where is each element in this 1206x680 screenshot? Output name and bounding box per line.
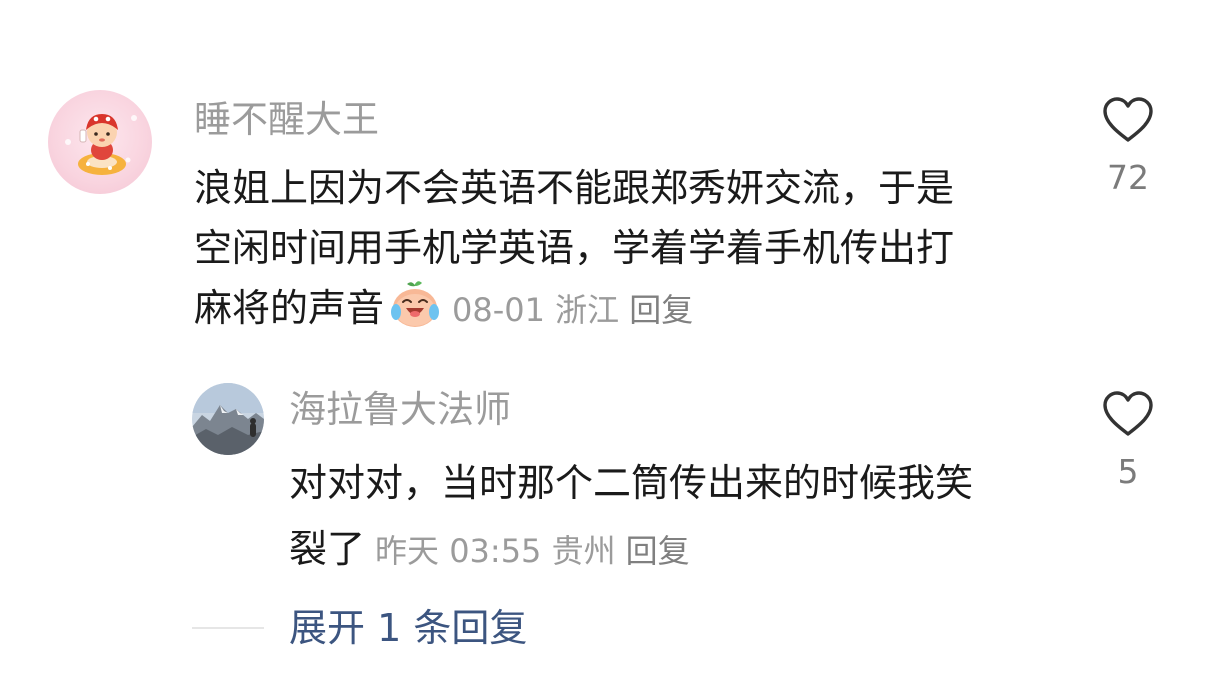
- comment-location: 浙江: [555, 291, 620, 329]
- avatar-image: [65, 114, 137, 175]
- heart-icon: [1103, 391, 1153, 436]
- reply-body: 对对对，当时那个二筒传出来的时候我笑 裂了 昨天 03:55 贵州 回复: [289, 450, 1049, 582]
- expand-divider: [192, 627, 264, 629]
- avatar-image: [192, 383, 264, 455]
- reply-location: 贵州: [551, 532, 616, 570]
- reply-reply-button[interactable]: 回复: [626, 532, 690, 570]
- reply-like-count: 5: [1117, 452, 1139, 491]
- avatar[interactable]: [48, 90, 152, 194]
- like-button[interactable]: 72: [1093, 96, 1163, 198]
- comment-username[interactable]: 睡不醒大王: [194, 96, 379, 144]
- reply-text-line: 裂了: [289, 527, 366, 571]
- comment-body: 浪姐上因为不会英语不能跟郑秀妍交流，于是 空闲时间用手机学英语，学着学着手机传出…: [194, 158, 1054, 338]
- comment-text-line: 麻将的声音: [194, 286, 385, 330]
- comment-thread: 睡不醒大王 浪姐上因为不会英语不能跟郑秀妍交流，于是 空闲时间用手机学英语，学着…: [0, 0, 1206, 680]
- expand-replies-button[interactable]: 展开 1 条回复: [289, 604, 527, 652]
- reply-date: 昨天 03:55: [375, 532, 542, 570]
- heart-icon: [1103, 97, 1153, 142]
- crying-laughing-peach-emoji-icon: [388, 280, 442, 330]
- comment-text-line-last: 麻将的声音 08-01 浙江 回复: [194, 278, 1054, 338]
- reply-meta: 昨天 03:55 贵州 回复: [375, 532, 690, 570]
- comment-text-line: 空闲时间用手机学英语，学着学着手机传出打: [194, 226, 955, 270]
- comment-meta: 08-01 浙江 回复: [452, 291, 693, 329]
- reply-text-line-last: 裂了 昨天 03:55 贵州 回复: [289, 516, 1049, 582]
- comment-text-line: 浪姐上因为不会英语不能跟郑秀妍交流，于是: [194, 166, 955, 210]
- reply-like-button[interactable]: 5: [1093, 390, 1163, 492]
- reply-text-line: 对对对，当时那个二筒传出来的时候我笑: [289, 461, 974, 505]
- like-count: 72: [1107, 158, 1149, 197]
- comment-date: 08-01: [452, 291, 545, 329]
- reply-button[interactable]: 回复: [629, 291, 693, 329]
- reply-username[interactable]: 海拉鲁大法师: [289, 386, 511, 434]
- reply-avatar[interactable]: [192, 383, 264, 455]
